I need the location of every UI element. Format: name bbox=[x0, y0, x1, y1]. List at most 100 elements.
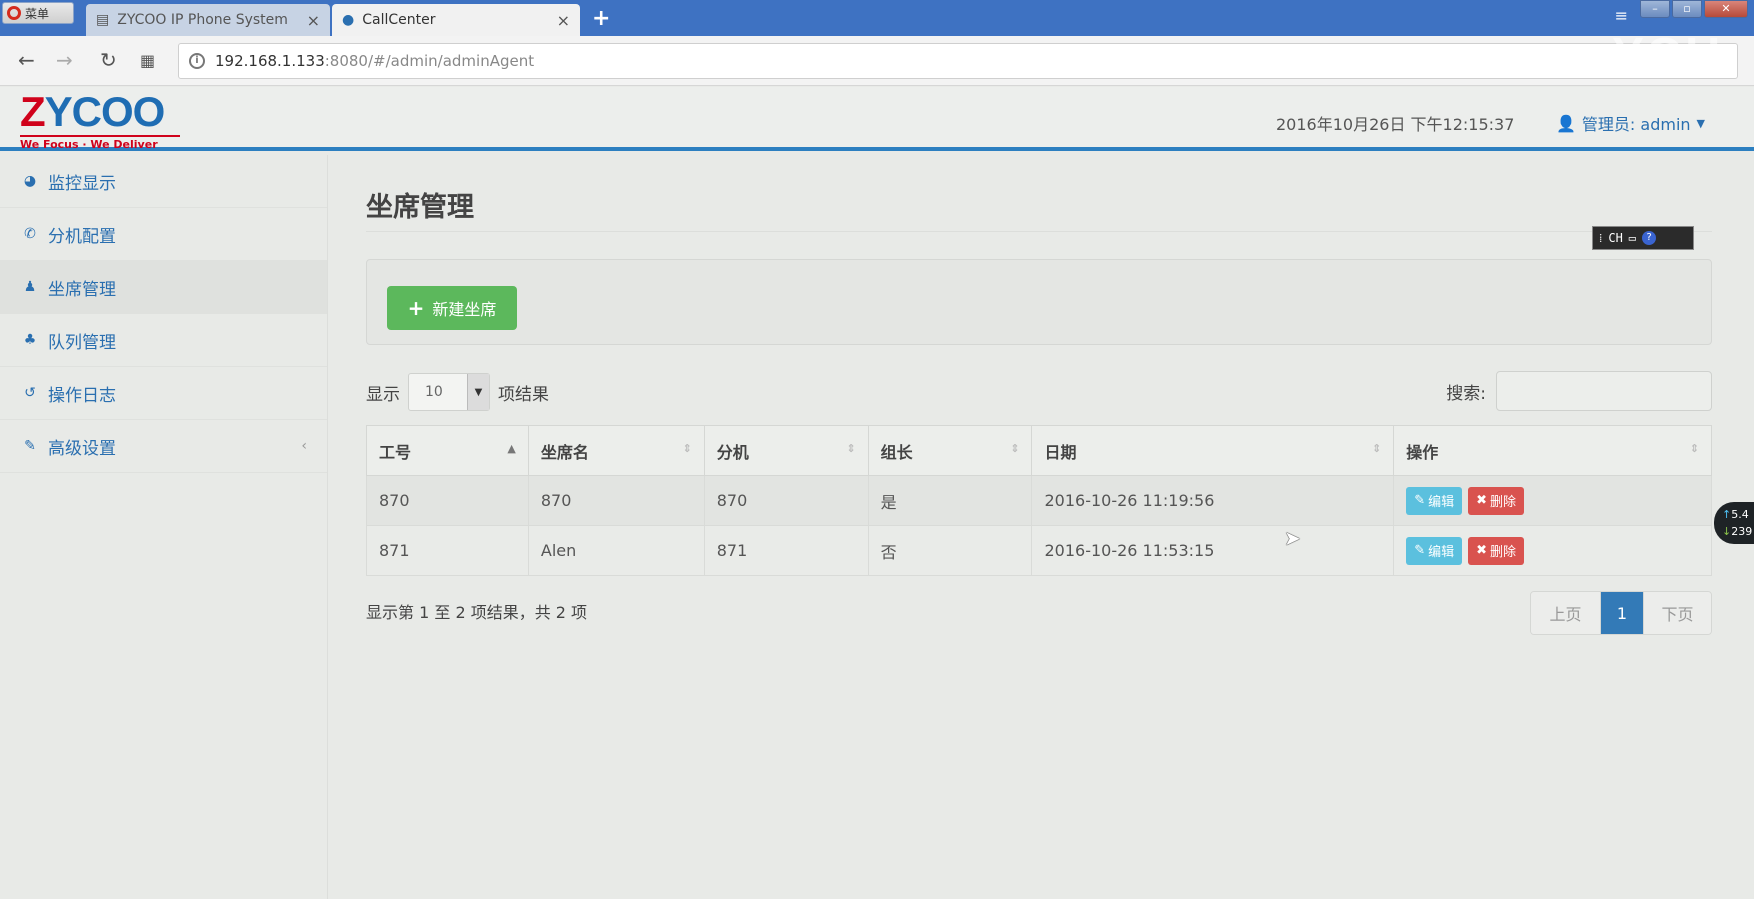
sidebar-item-monitor[interactable]: ◕ 监控显示 bbox=[0, 155, 327, 208]
zycoo-logo[interactable]: ZYCOO We Focus · We Deliver bbox=[20, 91, 180, 151]
search-label: 搜索: bbox=[1446, 383, 1486, 404]
browser-menu-button[interactable]: 菜单 bbox=[2, 2, 74, 24]
network-speed-widget: ↑5.4 ↓239 bbox=[1714, 502, 1754, 544]
page-length-select[interactable]: 10 ▼ bbox=[408, 373, 490, 411]
window-controls: – ▫ ✕ bbox=[1640, 0, 1748, 18]
sort-icon: ⇕ bbox=[846, 442, 856, 455]
video-watermark: YOU bbox=[1612, 29, 1723, 82]
app-header: ZYCOO We Focus · We Deliver 2016年10月26日 … bbox=[0, 87, 1754, 151]
cell-leader: 是 bbox=[867, 475, 1033, 526]
cell-actions: ✎ 编辑 ✖ 删除 bbox=[1393, 475, 1712, 526]
page-1-button[interactable]: 1 bbox=[1601, 592, 1643, 634]
cell-extension: 870 bbox=[703, 475, 869, 526]
back-button[interactable]: ← bbox=[18, 48, 35, 72]
sidebar-item-agents[interactable]: ♟ 坐席管理 bbox=[0, 261, 327, 314]
sidebar-item-label: 高级设置 bbox=[48, 438, 116, 459]
wrench-icon: ✎ bbox=[24, 438, 36, 454]
cell-actions: ✎ 编辑 ✖ 删除 bbox=[1393, 525, 1712, 576]
sort-icon: ⇕ bbox=[1010, 442, 1020, 455]
sidebar-item-advanced[interactable]: ✎ 高级设置 ‹ bbox=[0, 420, 327, 473]
close-tab-icon[interactable]: × bbox=[307, 11, 320, 30]
sidebar-item-logs[interactable]: ↺ 操作日志 bbox=[0, 367, 327, 420]
sidebar: ◕ 监控显示 ✆ 分机配置 ♟ 坐席管理 ♣ 队列管理 ↺ 操作日志 ✎ 高级设… bbox=[0, 155, 328, 899]
table-info: 显示第 1 至 2 项结果，共 2 项 bbox=[366, 603, 588, 622]
new-tab-button[interactable]: + bbox=[592, 6, 610, 31]
edit-icon: ✎ bbox=[1414, 543, 1426, 558]
address-bar: ← → ↻ ▦ i 192.168.1.133:8080/#/admin/adm… bbox=[0, 36, 1754, 86]
column-header-actions[interactable]: 操作 ⇕ bbox=[1393, 425, 1712, 476]
tab-title: ZYCOO IP Phone System bbox=[117, 12, 288, 28]
delete-button[interactable]: ✖ 删除 bbox=[1468, 486, 1525, 515]
close-icon: ✖ bbox=[1476, 493, 1488, 508]
new-agent-button[interactable]: + 新建坐席 bbox=[387, 286, 517, 330]
table-header-row: 工号 ▲ 坐席名 ⇕ 分机 ⇕ 组长 ⇕ 日期 ⇕ 操作 ⇕ bbox=[366, 425, 1712, 476]
sort-icon: ⇕ bbox=[1371, 442, 1382, 455]
page-length-control: 显示 10 ▼ 项结果 bbox=[366, 373, 549, 411]
sort-asc-icon: ▲ bbox=[507, 442, 516, 455]
search-input[interactable] bbox=[1496, 371, 1712, 411]
sidebar-item-label: 操作日志 bbox=[48, 385, 116, 406]
window-close-button[interactable]: ✕ bbox=[1704, 0, 1748, 18]
column-header-extension[interactable]: 分机 ⇕ bbox=[703, 425, 869, 476]
phone-icon: ✆ bbox=[24, 226, 36, 242]
column-header-leader[interactable]: 组长 ⇕ bbox=[867, 425, 1033, 476]
url-path: :8080/#/admin/adminAgent bbox=[324, 52, 535, 70]
column-header-id[interactable]: 工号 ▲ bbox=[366, 425, 529, 476]
ime-language: CH bbox=[1608, 231, 1623, 245]
edit-button[interactable]: ✎ 编辑 bbox=[1406, 486, 1463, 515]
browser-tab-zycoo[interactable]: ▤ ZYCOO IP Phone System × bbox=[86, 4, 330, 36]
minimize-button[interactable]: – bbox=[1640, 0, 1670, 18]
header-datetime: 2016年10月26日 下午12:15:37 bbox=[1276, 115, 1515, 134]
sidebar-item-label: 队列管理 bbox=[48, 332, 116, 353]
next-page-button[interactable]: 下页 bbox=[1643, 592, 1711, 634]
column-header-name[interactable]: 坐席名 ⇕ bbox=[527, 425, 705, 476]
browser-tab-bar: 菜单 ▤ ZYCOO IP Phone System × ● CallCente… bbox=[0, 0, 1754, 36]
download-arrow-icon: ↓ bbox=[1722, 525, 1732, 538]
pagination: 上页 1 下页 bbox=[1530, 591, 1712, 635]
select-arrow-icon: ▼ bbox=[467, 374, 489, 410]
site-info-icon[interactable]: i bbox=[189, 53, 205, 69]
speed-dial-icon[interactable]: ▦ bbox=[140, 51, 155, 70]
help-icon: ? bbox=[1642, 231, 1657, 245]
cell-name: 870 bbox=[527, 475, 705, 526]
close-icon: ✖ bbox=[1476, 543, 1488, 558]
sidebar-item-queues[interactable]: ♣ 队列管理 bbox=[0, 314, 327, 367]
dashboard-icon: ◕ bbox=[23, 173, 37, 189]
browser-tab-callcenter[interactable]: ● CallCenter × bbox=[332, 4, 580, 36]
sidebar-item-extensions[interactable]: ✆ 分机配置 bbox=[0, 208, 327, 261]
sort-icon: ⇕ bbox=[682, 442, 692, 455]
caret-down-icon: ▼ bbox=[1696, 116, 1706, 130]
users-icon: ♣ bbox=[23, 332, 37, 348]
cell-id: 871 bbox=[366, 525, 529, 576]
close-tab-icon[interactable]: × bbox=[557, 11, 570, 30]
forward-button[interactable]: → bbox=[56, 48, 73, 72]
cell-name: Alen bbox=[527, 525, 705, 576]
keyboard-icon: ▭ bbox=[1628, 231, 1637, 245]
delete-button[interactable]: ✖ 删除 bbox=[1468, 536, 1525, 565]
column-header-date[interactable]: 日期 ⇕ bbox=[1031, 425, 1395, 476]
plus-icon: + bbox=[407, 296, 425, 320]
maximize-button[interactable]: ▫ bbox=[1672, 0, 1702, 18]
sidebar-item-label: 坐席管理 bbox=[48, 279, 116, 300]
upload-arrow-icon: ↑ bbox=[1722, 508, 1732, 521]
agents-table: 工号 ▲ 坐席名 ⇕ 分机 ⇕ 组长 ⇕ 日期 ⇕ 操作 ⇕ 870 870 870 是 2… bbox=[366, 425, 1712, 576]
toolbar-panel: + 新建坐席 bbox=[366, 259, 1712, 345]
reload-button[interactable]: ↻ bbox=[100, 48, 117, 72]
browser-menu-label: 菜单 bbox=[25, 6, 50, 21]
length-suffix: 项结果 bbox=[498, 384, 549, 405]
search-control: 搜索: bbox=[1446, 371, 1712, 411]
table-row: 870 870 870 是 2016-10-26 11:19:56 ✎ 编辑 ✖ 删除 bbox=[366, 475, 1712, 526]
url-field[interactable]: i 192.168.1.133:8080/#/admin/adminAgent bbox=[178, 43, 1738, 79]
ime-toolbar[interactable]: ⁞ CH ▭ ? bbox=[1592, 226, 1694, 250]
page-length-value: 10 bbox=[425, 384, 443, 400]
previous-page-button[interactable]: 上页 bbox=[1531, 592, 1601, 634]
upload-speed: 5.4 bbox=[1731, 508, 1749, 521]
edit-button[interactable]: ✎ 编辑 bbox=[1406, 536, 1463, 565]
logo-tagline: We Focus · We Deliver bbox=[20, 135, 180, 151]
page-icon: ▤ bbox=[96, 12, 110, 28]
tab-menu-icon[interactable]: ≡ bbox=[1615, 6, 1628, 25]
sort-icon: ⇕ bbox=[1689, 442, 1699, 455]
history-icon: ↺ bbox=[24, 385, 36, 401]
chevron-left-icon: ‹ bbox=[301, 438, 307, 454]
user-menu[interactable]: 👤 管理员: admin ▼ bbox=[1556, 111, 1705, 135]
